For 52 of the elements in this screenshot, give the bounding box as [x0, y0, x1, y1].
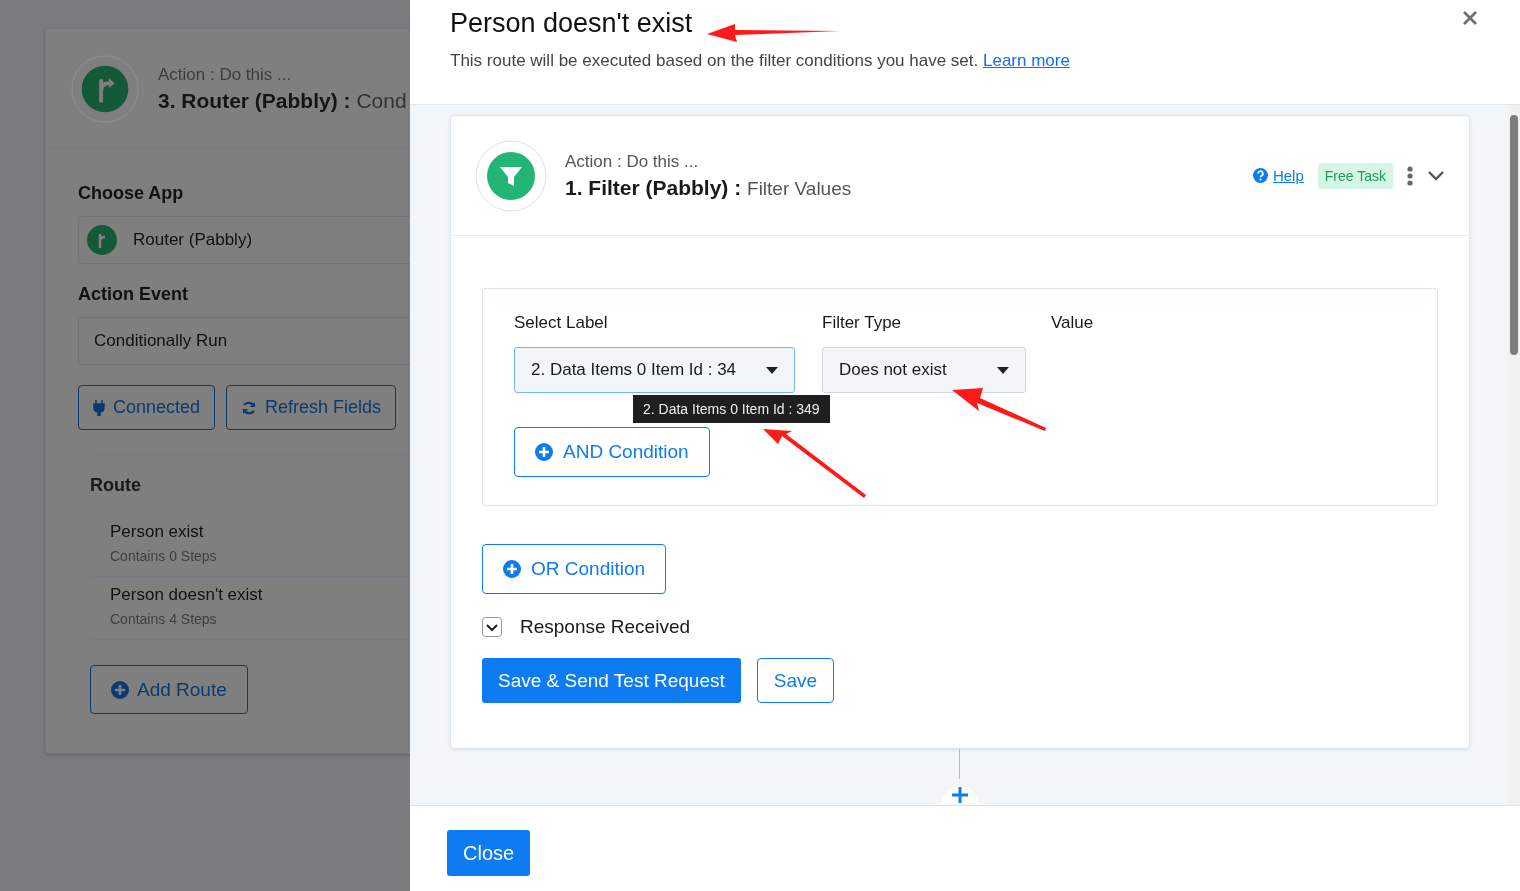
scrollbar-thumb[interactable] [1510, 115, 1518, 355]
route-name[interactable]: Person exist [110, 522, 410, 542]
route-heading: Route [90, 475, 142, 496]
plus-circle-icon [503, 560, 521, 578]
route-steps: Contains 0 Steps [110, 548, 410, 564]
step-event: Cond [356, 88, 407, 112]
close-button[interactable]: Close [447, 830, 531, 876]
event-select[interactable]: Conditionally Run [78, 317, 410, 365]
caret-icon [997, 366, 1009, 374]
connected-button[interactable]: Connected [78, 385, 216, 430]
save-send-test-button[interactable]: Save & Send Test Request [482, 658, 741, 703]
filter-type-select[interactable]: Does not exist [822, 347, 1026, 393]
and-condition-button[interactable]: AND Condition [514, 427, 710, 477]
or-condition-button[interactable]: OR Condition [482, 544, 667, 594]
plus-circle-icon [535, 443, 553, 461]
tooltip: 2. Data Items 0 Item Id : 349 [633, 395, 830, 423]
modal-title: Person doesn't exist [450, 8, 693, 39]
question-icon [1252, 168, 1268, 183]
refresh-icon [241, 399, 258, 416]
field-label: Choose App [78, 183, 185, 204]
more-options-icon[interactable] [1407, 165, 1413, 186]
close-icon[interactable] [1463, 11, 1477, 25]
plus-circle-icon [111, 680, 129, 699]
response-received-label: Response Received [520, 616, 691, 638]
scrollbar[interactable] [1508, 105, 1520, 805]
field-label: Action Event [78, 284, 189, 305]
step-title: 1. Filter (Pabbly) : [565, 175, 742, 199]
field-label: Select Label [514, 313, 609, 333]
field-label: Filter Type [822, 313, 903, 333]
step-event: Filter Values [747, 177, 852, 199]
step-caption: Action : Do this ... [158, 64, 293, 85]
collapse-toggle-icon[interactable] [482, 617, 502, 637]
learn-more-link[interactable]: Learn more [983, 51, 1070, 70]
step-title: 3. Router (Pabbly) : [158, 88, 351, 112]
help-link[interactable]: Help [1252, 167, 1304, 184]
router-app-icon [87, 225, 117, 255]
free-task-badge: Free Task [1317, 162, 1393, 189]
field-label: Value [1051, 313, 1094, 333]
app-select[interactable]: Router (Pabbly) [78, 216, 410, 264]
save-button[interactable]: Save [756, 658, 835, 703]
caret-icon [766, 366, 778, 374]
modal-description: This route will be executed based on the filter conditions you have set. [450, 51, 979, 70]
route-steps: Contains 4 Steps [110, 611, 410, 627]
router-app-icon [70, 53, 140, 124]
refresh-fields-button[interactable]: Refresh Fields [226, 385, 397, 430]
route-name[interactable]: Person doesn't exist [110, 585, 410, 605]
filter-app-icon [475, 139, 547, 212]
chevron-down-icon[interactable] [1427, 169, 1445, 182]
step-caption: Action : Do this ... [565, 151, 700, 172]
label-select[interactable]: 2. Data Items 0 Item Id : 34 [514, 347, 795, 393]
plug-icon [93, 399, 105, 416]
add-route-button[interactable]: Add Route [90, 665, 248, 714]
